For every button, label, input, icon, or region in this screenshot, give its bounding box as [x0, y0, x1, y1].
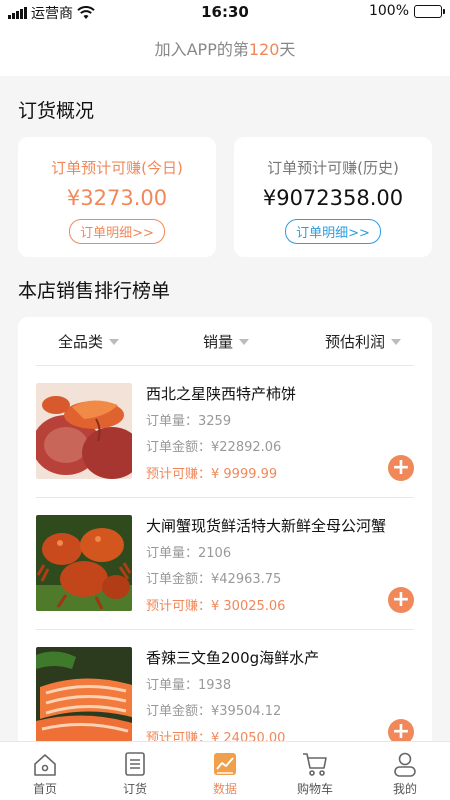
- product-image-crab: [36, 515, 132, 611]
- join-suffix: 天: [279, 40, 296, 59]
- add-plus-icon[interactable]: +: [388, 587, 414, 613]
- sort-profit[interactable]: 预估利润: [325, 331, 402, 352]
- history-earnings-card: 订单预计可赚(历史) ¥9072358.00 订单明细>>: [234, 137, 432, 257]
- product-order-amount: 订单金额：¥42963.75: [146, 572, 282, 587]
- tab-order[interactable]: 订货: [90, 742, 180, 800]
- data-chart-icon: [214, 753, 236, 775]
- product-image-persimmon: [36, 383, 132, 479]
- tab-home[interactable]: 首页: [0, 742, 90, 800]
- product-name: 西北之星陕西特产柿饼: [146, 385, 297, 403]
- product-earn: 预计可赚：¥ 9999.99: [146, 467, 278, 482]
- tab-home-label: 首页: [32, 782, 57, 796]
- history-earnings-amount: ¥9072358.00: [262, 186, 404, 210]
- tab-order-label: 订货: [122, 782, 147, 796]
- bottom-tab-bar: 首页 订货 数据 购物车 我的: [0, 741, 450, 800]
- join-prefix: 加入APP的第: [154, 40, 249, 59]
- sort-sales[interactable]: 销量: [203, 331, 250, 352]
- product-item[interactable]: 西北之星陕西特产柿饼 订单量：3259 订单金额：¥22892.06 预计可赚：…: [36, 383, 414, 503]
- history-earnings-label: 订单预计可赚(历史): [267, 159, 399, 177]
- product-divider: [36, 497, 414, 498]
- cart-icon: [303, 753, 327, 776]
- product-name: 香辣三文鱼200g海鲜水产: [146, 649, 320, 667]
- tab-data-label: 数据: [212, 782, 237, 796]
- today-earnings-card: 订单预计可赚(今日) ¥3273.00 订单明细>>: [18, 137, 216, 257]
- product-divider: [36, 629, 414, 630]
- product-order-amount: 订单金额：¥22892.06: [146, 440, 282, 455]
- tab-profile[interactable]: 我的: [360, 742, 450, 800]
- history-order-detail-button[interactable]: 订单明细>>: [285, 219, 381, 244]
- battery-icon: [414, 4, 445, 18]
- add-plus-icon[interactable]: +: [388, 455, 414, 481]
- today-earnings-amount: ¥3273.00: [66, 186, 168, 210]
- ranking-title: 本店销售排行榜单: [18, 280, 171, 302]
- tab-profile-label: 我的: [392, 782, 417, 796]
- order-overview-title: 订货概况: [18, 100, 95, 122]
- product-order-qty: 订单量：3259: [146, 414, 232, 429]
- product-order-qty: 订单量：2106: [146, 546, 232, 561]
- join-days-count: 120: [248, 40, 280, 59]
- sort-sales-label: 销量: [203, 333, 234, 351]
- chevron-down-icon: [239, 338, 250, 345]
- today-order-detail-button[interactable]: 订单明细>>: [69, 219, 165, 244]
- product-image-salmon: [36, 647, 132, 743]
- product-item[interactable]: 大闸蟹现货鲜活特大新鲜全母公河蟹 订单量：2106 订单金额：¥42963.75…: [36, 515, 414, 635]
- tab-cart[interactable]: 购物车: [270, 742, 360, 800]
- sort-category-label: 全品类: [58, 333, 104, 351]
- profile-icon: [394, 752, 416, 777]
- sort-divider: [36, 365, 414, 366]
- today-earnings-label: 订单预计可赚(今日): [51, 159, 183, 177]
- tab-cart-label: 购物车: [296, 782, 333, 796]
- chevron-down-icon: [391, 338, 402, 345]
- chevron-down-icon: [109, 338, 120, 345]
- sort-bar: 全品类 销量 预估利润: [18, 317, 432, 365]
- ranking-card: 全品类 销量 预估利润 西北之星陕西特产柿饼 订单量：3259 订单金额：¥22…: [18, 317, 432, 757]
- status-bar: 运营商 16:30 100%: [0, 0, 450, 24]
- sort-profit-label: 预估利润: [325, 333, 386, 351]
- product-order-amount: 订单金额：¥39504.12: [146, 704, 282, 719]
- sort-category[interactable]: 全品类: [58, 331, 120, 352]
- join-days-banner: 加入APP的第120天: [0, 24, 450, 76]
- battery-percent: 100%: [368, 3, 409, 19]
- order-icon: [125, 752, 145, 776]
- product-earn: 预计可赚：¥ 30025.06: [146, 599, 286, 614]
- product-order-qty: 订单量：1938: [146, 678, 232, 693]
- product-name: 大闸蟹现货鲜活特大新鲜全母公河蟹: [146, 517, 387, 535]
- status-right: 100%: [368, 3, 445, 19]
- home-icon: [34, 754, 56, 776]
- tab-data[interactable]: 数据: [180, 742, 270, 800]
